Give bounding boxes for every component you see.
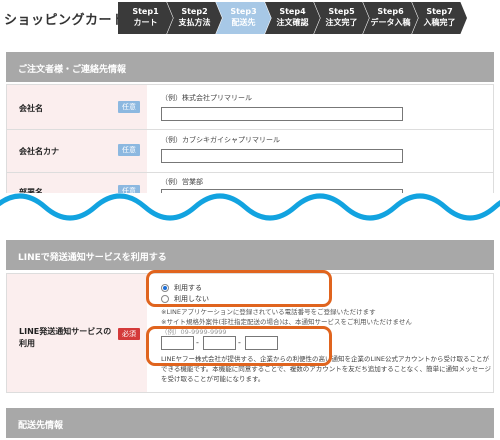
step-label: データ入稿: [370, 18, 411, 27]
field-label-area: 会社名カナ 任意: [7, 130, 147, 172]
cart-header: ショッピングカート Step1 カート Step2 支払方法 Step3 配送先 St…: [0, 0, 500, 36]
step-label: 注文確認: [276, 18, 309, 27]
step-3-delivery: Step3 配送先: [216, 2, 271, 34]
required-badge: 必須: [118, 328, 140, 340]
step-number: Step1: [132, 7, 159, 16]
company-kana-row: 会社名カナ 任意 （例）カブシキガイシャプリマリール: [7, 130, 493, 173]
step-2-payment: Step2 支払方法: [167, 2, 222, 34]
page-title: ショッピングカート: [4, 13, 126, 28]
step-label: 入稿完了: [423, 18, 456, 27]
checkout-steps: Step1 カート Step2 支払方法 Step3 配送先 Step4 注文確認 St…: [118, 2, 467, 34]
step-1-cart: Step1 カート: [118, 2, 173, 34]
line-service-label: LINE発送通知サービスの利用: [19, 327, 112, 348]
company-kana-example: （例）カブシキガイシャプリマリール: [161, 136, 280, 144]
step-number: Step5: [328, 7, 355, 16]
field-content: （例）カブシキガイシャプリマリール: [153, 130, 487, 172]
company-row: 会社名 任意 （例）株式会社プリマリール: [7, 85, 493, 130]
section-break-wave: [0, 193, 500, 231]
step-label: 注文完了: [325, 18, 358, 27]
step-number: Step2: [181, 7, 208, 16]
company-kana-label: 会社名カナ: [19, 147, 59, 156]
delivery-section-header: 配送先情報: [6, 408, 494, 438]
highlight-radio-options: [146, 270, 332, 307]
step-number: Step4: [279, 7, 306, 16]
company-kana-input[interactable]: [161, 149, 403, 163]
step-7-upload-complete: Step7 入稿完了: [412, 2, 467, 34]
company-example: （例）株式会社プリマリール: [161, 94, 252, 102]
step-label: カート: [133, 18, 158, 27]
line-note-2: ※サイト規格外案件(非社指定配送の場合)は、本通知サービスをご利用いただけません: [161, 318, 412, 326]
step-4-confirm: Step4 注文確認: [265, 2, 320, 34]
field-content: （例）株式会社プリマリール: [153, 85, 487, 129]
step-number: Step3: [230, 7, 257, 16]
company-label: 会社名: [19, 104, 43, 113]
step-number: Step6: [377, 7, 404, 16]
company-input[interactable]: [161, 107, 403, 121]
step-label: 支払方法: [178, 18, 211, 27]
field-label-area: 会社名 任意: [7, 85, 147, 129]
step-6-upload: Step6 データ入稿: [363, 2, 418, 34]
step-number: Step7: [426, 7, 453, 16]
step-5-complete: Step5 注文完了: [314, 2, 369, 34]
orderer-section-header: ご注文者様・ご連絡先情報: [6, 52, 494, 82]
step-label: 配送先: [231, 18, 256, 27]
field-label-area: LINE発送通知サービスの利用 必須: [7, 274, 147, 392]
line-section-header: LINEで発送通知サービスを利用する: [6, 240, 494, 270]
highlight-tel-inputs: [146, 326, 332, 366]
line-note-1: ※LINEアプリケーションに登録されている電話番号をご登録いただけます: [161, 308, 376, 316]
optional-badge: 任意: [118, 101, 140, 113]
optional-badge: 任意: [118, 144, 140, 156]
